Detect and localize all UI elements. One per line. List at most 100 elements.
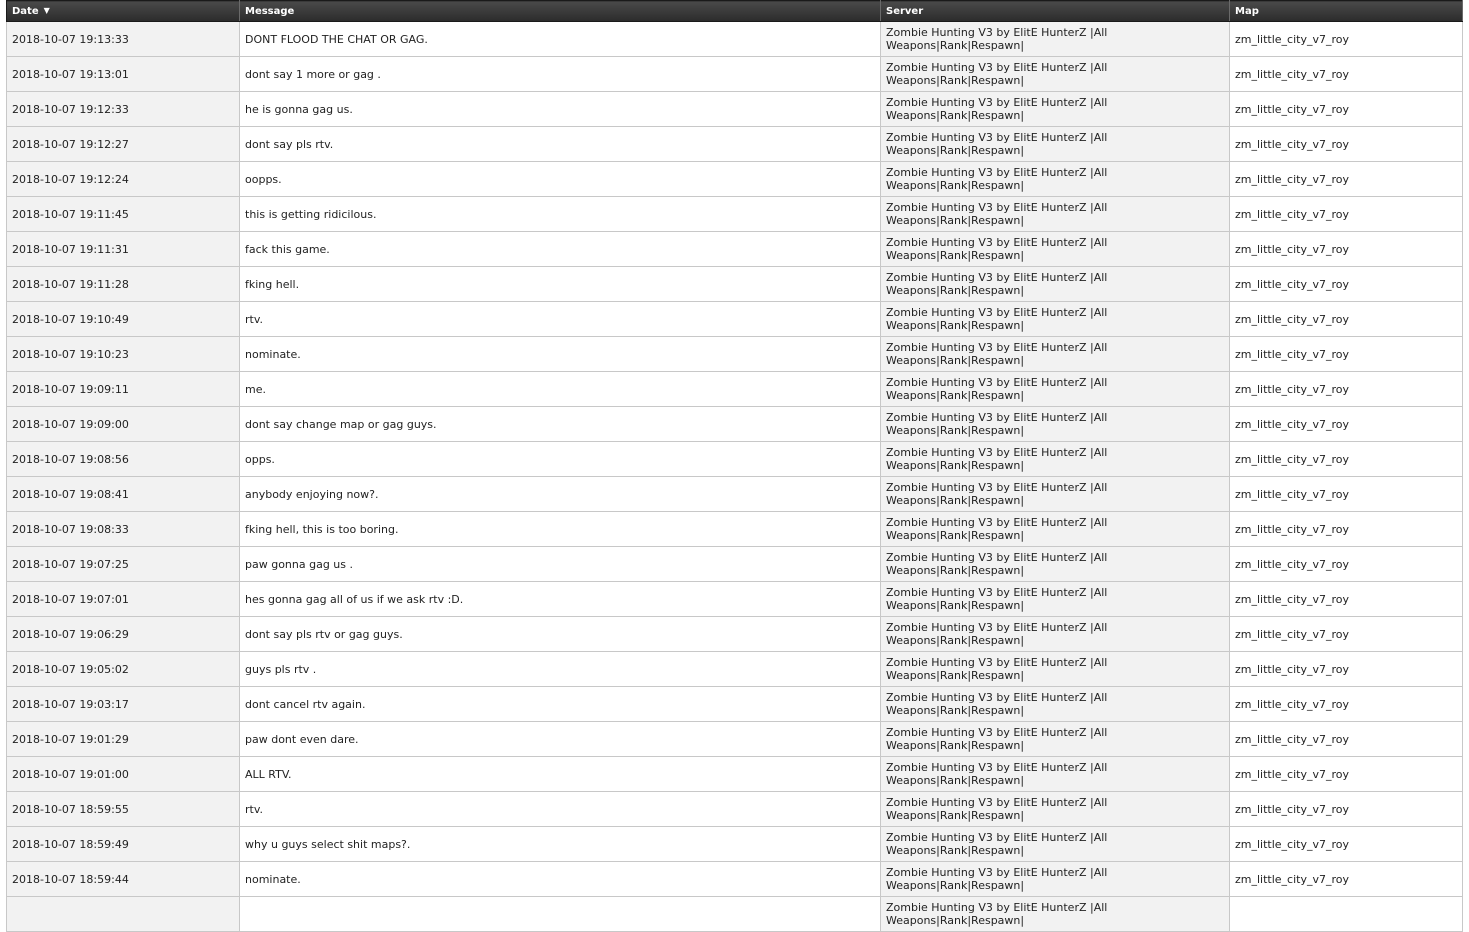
message-cell: nominate. bbox=[239, 336, 881, 372]
date-cell: 2018-10-07 18:59:55 bbox=[6, 791, 240, 827]
server-cell-text: Zombie Hunting V3 by ElitE HunterZ |All … bbox=[886, 166, 1108, 192]
server-cell-text: Zombie Hunting V3 by ElitE HunterZ |All … bbox=[886, 726, 1108, 752]
date-cell: 2018-10-07 19:11:45 bbox=[6, 196, 240, 232]
message-cell-text: opps. bbox=[245, 452, 275, 466]
server-cell-text: Zombie Hunting V3 by ElitE HunterZ |All … bbox=[886, 131, 1108, 157]
server-cell-text: Zombie Hunting V3 by ElitE HunterZ |All … bbox=[886, 96, 1108, 122]
message-cell: dont say 1 more or gag . bbox=[239, 56, 881, 92]
server-cell-text: Zombie Hunting V3 by ElitE HunterZ |All … bbox=[886, 236, 1108, 262]
server-cell-text: Zombie Hunting V3 by ElitE HunterZ |All … bbox=[886, 201, 1108, 227]
map-cell: zm_little_city_v7_roy bbox=[1229, 756, 1463, 792]
date-cell-text: 2018-10-07 19:13:33 bbox=[12, 32, 129, 46]
server-cell: Zombie Hunting V3 by ElitE HunterZ |All … bbox=[880, 126, 1230, 162]
server-cell: Zombie Hunting V3 by ElitE HunterZ |All … bbox=[880, 161, 1230, 197]
map-cell-text: zm_little_city_v7_roy bbox=[1235, 627, 1350, 641]
message-cell-text: dont say 1 more or gag . bbox=[245, 67, 381, 81]
map-cell-text: zm_little_city_v7_roy bbox=[1235, 137, 1350, 151]
map-cell: zm_little_city_v7_roy bbox=[1229, 616, 1463, 652]
message-cell: anybody enjoying now?. bbox=[239, 476, 881, 512]
date-cell: 2018-10-07 19:09:11 bbox=[6, 371, 240, 407]
server-cell-text: Zombie Hunting V3 by ElitE HunterZ |All … bbox=[886, 831, 1108, 857]
message-cell: me. bbox=[239, 371, 881, 407]
map-cell-text: zm_little_city_v7_roy bbox=[1235, 767, 1350, 781]
date-cell: 2018-10-07 19:11:28 bbox=[6, 266, 240, 302]
date-cell-text: 2018-10-07 19:01:29 bbox=[12, 732, 129, 746]
server-cell-text: Zombie Hunting V3 by ElitE HunterZ |All … bbox=[886, 446, 1108, 472]
map-cell-text: zm_little_city_v7_roy bbox=[1235, 242, 1350, 256]
column-header-server[interactable]: Server bbox=[880, 0, 1230, 22]
message-cell: paw dont even dare. bbox=[239, 721, 881, 757]
date-cell-text: 2018-10-07 19:11:28 bbox=[12, 277, 129, 291]
date-cell: 2018-10-07 18:59:44 bbox=[6, 861, 240, 897]
message-cell: rtv. bbox=[239, 791, 881, 827]
server-cell: Zombie Hunting V3 by ElitE HunterZ |All … bbox=[880, 651, 1230, 687]
map-cell-text: zm_little_city_v7_roy bbox=[1235, 32, 1350, 46]
server-cell-text: Zombie Hunting V3 by ElitE HunterZ |All … bbox=[886, 761, 1108, 787]
message-cell-text: dont cancel rtv again. bbox=[245, 697, 366, 711]
date-cell: 2018-10-07 19:05:02 bbox=[6, 651, 240, 687]
date-cell-text: 2018-10-07 19:13:01 bbox=[12, 67, 129, 81]
map-cell: zm_little_city_v7_roy bbox=[1229, 721, 1463, 757]
message-cell-text: guys pls rtv . bbox=[245, 662, 317, 676]
map-cell: zm_little_city_v7_roy bbox=[1229, 406, 1463, 442]
server-cell: Zombie Hunting V3 by ElitE HunterZ |All … bbox=[880, 21, 1230, 57]
message-cell bbox=[239, 896, 881, 932]
map-cell-text: zm_little_city_v7_roy bbox=[1235, 382, 1350, 396]
column-header-map[interactable]: Map bbox=[1229, 0, 1463, 22]
server-cell-text: Zombie Hunting V3 by ElitE HunterZ |All … bbox=[886, 551, 1108, 577]
date-cell: 2018-10-07 19:09:00 bbox=[6, 406, 240, 442]
map-cell: zm_little_city_v7_roy bbox=[1229, 336, 1463, 372]
date-cell: 2018-10-07 19:13:01 bbox=[6, 56, 240, 92]
map-cell-text: zm_little_city_v7_roy bbox=[1235, 487, 1350, 501]
server-cell-text: Zombie Hunting V3 by ElitE HunterZ |All … bbox=[886, 516, 1108, 542]
table-row: 2018-10-07 19:11:28 fking hell. Zombie Hun… bbox=[6, 266, 1463, 302]
server-cell: Zombie Hunting V3 by ElitE HunterZ |All … bbox=[880, 231, 1230, 267]
date-cell: 2018-10-07 18:59:49 bbox=[6, 826, 240, 862]
message-cell-text: rtv. bbox=[245, 312, 263, 326]
table-row: 2018-10-07 19:09:00 dont say change map o… bbox=[6, 406, 1463, 442]
column-header-message[interactable]: Message bbox=[239, 0, 881, 22]
table-row: 2018-10-07 19:09:11 me. Zombie Hunting V3 … bbox=[6, 371, 1463, 407]
server-cell: Zombie Hunting V3 by ElitE HunterZ |All … bbox=[880, 686, 1230, 722]
chat-log-table-container: Date ▼ Message Server Map 2018-10-07 19:1… bbox=[6, 0, 1463, 932]
column-header-date[interactable]: Date ▼ bbox=[6, 0, 240, 22]
message-cell-text: nominate. bbox=[245, 347, 301, 361]
table-row: 2018-10-07 19:06:29 dont say pls rtv or g… bbox=[6, 616, 1463, 652]
server-cell-text: Zombie Hunting V3 by ElitE HunterZ |All … bbox=[886, 621, 1108, 647]
date-cell: 2018-10-07 19:10:23 bbox=[6, 336, 240, 372]
column-header-map-label: Map bbox=[1235, 5, 1259, 17]
table-body: 2018-10-07 19:13:33 DONT FLOOD THE CHAT O… bbox=[6, 21, 1463, 932]
message-cell: dont say change map or gag guys. bbox=[239, 406, 881, 442]
message-cell: fking hell, this is too boring. bbox=[239, 511, 881, 547]
server-cell: Zombie Hunting V3 by ElitE HunterZ |All … bbox=[880, 91, 1230, 127]
message-cell: dont say pls rtv. bbox=[239, 126, 881, 162]
table-row: 2018-10-07 19:07:01 hes gonna gag all of … bbox=[6, 581, 1463, 617]
map-cell-text: zm_little_city_v7_roy bbox=[1235, 522, 1350, 536]
message-cell-text: nominate. bbox=[245, 872, 301, 886]
date-cell-text: 2018-10-07 19:10:23 bbox=[12, 347, 129, 361]
server-cell: Zombie Hunting V3 by ElitE HunterZ |All … bbox=[880, 266, 1230, 302]
table-row: 2018-10-07 19:03:17 dont cancel rtv again… bbox=[6, 686, 1463, 722]
message-cell-text: paw gonna gag us . bbox=[245, 557, 354, 571]
map-cell-text: zm_little_city_v7_roy bbox=[1235, 697, 1350, 711]
date-cell-text: 2018-10-07 19:01:00 bbox=[12, 767, 129, 781]
date-cell: 2018-10-07 19:12:27 bbox=[6, 126, 240, 162]
table-header: Date ▼ Message Server Map bbox=[6, 0, 1463, 22]
header-row: Date ▼ Message Server Map bbox=[6, 0, 1463, 22]
message-cell-text: dont say change map or gag guys. bbox=[245, 417, 437, 431]
map-cell: zm_little_city_v7_roy bbox=[1229, 546, 1463, 582]
server-cell-text: Zombie Hunting V3 by ElitE HunterZ |All … bbox=[886, 411, 1108, 437]
message-cell-text: me. bbox=[245, 382, 266, 396]
date-cell: 2018-10-07 19:07:25 bbox=[6, 546, 240, 582]
message-cell-text: rtv. bbox=[245, 802, 263, 816]
message-cell-text: anybody enjoying now?. bbox=[245, 487, 379, 501]
map-cell-text: zm_little_city_v7_roy bbox=[1235, 417, 1350, 431]
server-cell: Zombie Hunting V3 by ElitE HunterZ |All … bbox=[880, 56, 1230, 92]
table-row: 2018-10-07 19:08:33 fking hell, this is t… bbox=[6, 511, 1463, 547]
server-cell-text: Zombie Hunting V3 by ElitE HunterZ |All … bbox=[886, 306, 1108, 332]
message-cell: why u guys select shit maps?. bbox=[239, 826, 881, 862]
column-header-date-label: Date bbox=[12, 5, 39, 17]
date-cell bbox=[6, 896, 240, 932]
date-cell-text: 2018-10-07 19:12:33 bbox=[12, 102, 129, 116]
server-cell-text: Zombie Hunting V3 by ElitE HunterZ |All … bbox=[886, 586, 1108, 612]
